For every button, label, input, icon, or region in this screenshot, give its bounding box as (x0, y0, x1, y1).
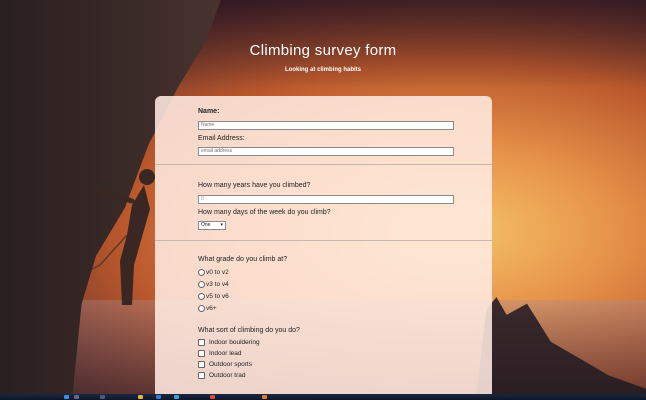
checkbox-icon[interactable] (198, 372, 205, 379)
years-label: How many years have you climbed? (198, 182, 311, 189)
folder-icon[interactable] (138, 395, 143, 399)
mail-icon[interactable] (210, 395, 215, 399)
grade-option[interactable]: v3 to v4 (198, 281, 229, 288)
app-icon[interactable] (262, 395, 267, 399)
browser-icon[interactable] (174, 395, 179, 399)
days-select[interactable]: One ▾ (198, 221, 226, 230)
years-input[interactable] (198, 195, 454, 204)
grade-option[interactable]: v6+ (198, 305, 217, 312)
page-header: Climbing survey form Looking at climbing… (0, 42, 646, 73)
radio-icon[interactable] (198, 305, 205, 312)
days-select-value: One (201, 222, 211, 228)
radio-icon[interactable] (198, 281, 205, 288)
taskview-icon[interactable] (100, 395, 105, 399)
type-label: What sort of climbing do you do? (198, 327, 300, 334)
climber-silhouette (92, 169, 155, 305)
type-option[interactable]: Indoor lead (198, 350, 242, 357)
grade-option[interactable]: v5 to v6 (198, 293, 229, 300)
name-input[interactable] (198, 121, 454, 130)
checkbox-icon[interactable] (198, 361, 205, 368)
store-icon[interactable] (156, 395, 161, 399)
email-label: Email Address: (198, 135, 245, 142)
page-subtitle: Looking at climbing habits (284, 67, 361, 73)
checkbox-icon[interactable] (198, 350, 205, 357)
grade-option[interactable]: v0 to v2 (198, 269, 229, 276)
email-input[interactable] (198, 147, 454, 156)
search-icon[interactable] (74, 395, 79, 399)
type-option[interactable]: Indoor bouldering (198, 339, 260, 346)
grade-label: What grade do you climb at? (198, 256, 288, 263)
section-divider (155, 240, 492, 241)
chevron-down-icon: ▾ (220, 222, 223, 228)
windows-icon[interactable] (64, 395, 69, 399)
taskbar (0, 394, 646, 400)
days-label: How many days of the week do you climb? (198, 209, 331, 216)
name-label: Name: (198, 108, 220, 115)
type-option[interactable]: Outdoor sports (198, 361, 252, 368)
survey-form: Name: Email Address: How many years have… (155, 96, 492, 400)
section-divider (155, 164, 492, 165)
page-title: Climbing survey form (249, 42, 397, 59)
radio-icon[interactable] (198, 293, 205, 300)
radio-icon[interactable] (198, 269, 205, 276)
checkbox-icon[interactable] (198, 339, 205, 346)
type-option[interactable]: Outdoor trad (198, 372, 246, 379)
